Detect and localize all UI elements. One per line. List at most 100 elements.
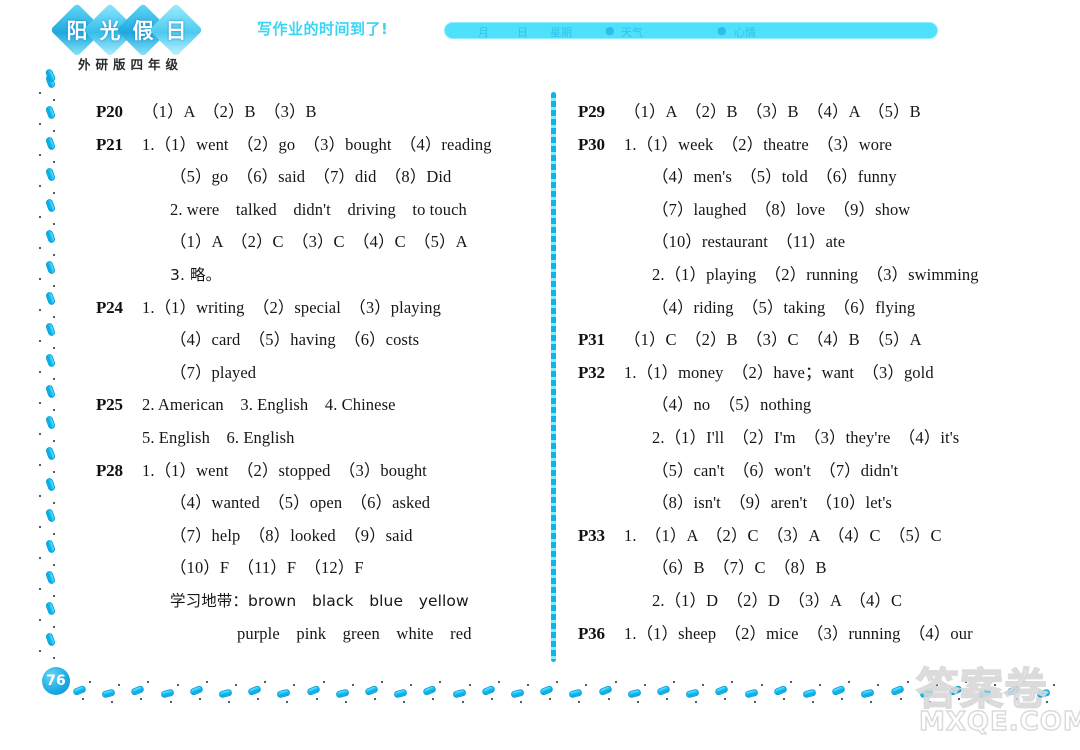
answer-line-text: （7）played <box>170 362 257 382</box>
border-capsule-icon <box>130 684 146 697</box>
border-capsule-icon <box>335 688 350 699</box>
border-capsule-icon <box>218 688 233 699</box>
answer-row: （4）card （5）having （6）costs <box>96 324 526 357</box>
border-dot-icon <box>724 698 727 700</box>
border-dot-icon <box>812 701 814 703</box>
border-capsule-icon <box>510 688 525 699</box>
border-capsule-icon <box>685 688 700 699</box>
answer-row: （6）B （7）C （8）B <box>578 552 1018 585</box>
answer-line-text: 1.（1）sheep （2）mice （3）running （4）our <box>624 623 973 643</box>
border-dot-icon <box>351 684 354 686</box>
answer-row: 2.（1）I'll （2）I'm （3）they're （4）it's <box>578 422 1018 455</box>
border-dot-icon <box>578 701 581 703</box>
border-dot-icon <box>556 681 559 683</box>
border-capsule-icon <box>743 688 759 699</box>
border-dot-icon <box>760 684 763 686</box>
answer-page-label: P20 <box>96 102 123 121</box>
answer-row: P32 1.（1）money （2）have；want （3）gold <box>578 357 1018 390</box>
border-dot-icon <box>782 698 785 700</box>
answer-line-text: （4）card （5）having （6）costs <box>170 330 420 350</box>
answer-line-text: （1）A （2）B （3）B <box>142 102 317 121</box>
border-dot-icon <box>286 701 289 703</box>
border-dot-icon <box>53 130 55 132</box>
border-dot-icon <box>753 701 756 703</box>
border-capsule-icon <box>44 539 57 554</box>
border-dot-icon <box>39 278 41 280</box>
date-weather-label: 天气 <box>621 26 643 39</box>
answer-row: P33 1. （1）A （2）C （3）A （4）C （5）C <box>578 520 1018 553</box>
answer-line-text: 1.（1）went （2）stopped （3）bought <box>142 460 427 480</box>
answer-line-text: （7）help （8）looked （9）said <box>170 525 413 545</box>
border-capsule-icon <box>44 353 57 368</box>
answer-page-label: P31 <box>578 330 605 350</box>
border-dot-icon <box>1052 684 1055 686</box>
logo-char-4: 日 <box>165 19 187 43</box>
border-capsule-icon <box>539 684 555 697</box>
border-capsule-icon <box>44 477 57 492</box>
answer-row: 学习地带：brown black blue yellow <box>96 585 526 618</box>
date-entry-bar[interactable]: 月 日 星期 ● 天气 ● 心情 <box>444 22 938 39</box>
answer-row: （10）restaurant （11）ate <box>578 226 1018 259</box>
answer-line-text: （4）men's （5）told （6）funny <box>652 167 897 187</box>
answer-row: P30 1.（1）week （2）theatre （3）wore <box>578 129 1018 162</box>
border-dot-icon <box>1023 681 1026 683</box>
page-number-badge: 76 <box>42 667 70 695</box>
border-dot-icon <box>257 698 260 700</box>
answer-line-text: （4）riding （5）taking （6）flying <box>652 297 916 317</box>
border-dot-icon <box>53 285 55 287</box>
answer-page-label: P29 <box>578 102 605 121</box>
border-dot-icon <box>848 681 851 683</box>
border-capsule-icon <box>948 684 963 697</box>
answer-key-page: 阳 光 假 日 外研版四年级 写作业的时间到了! 月 日 星期 ● 天气 ● 心… <box>0 0 1080 750</box>
border-capsule-icon <box>44 601 57 616</box>
border-dot-icon <box>877 684 880 686</box>
border-capsule-icon <box>44 167 57 182</box>
answer-row: （5）go （6）said （7）did （8）Did <box>96 161 526 194</box>
answer-row: P24 1.（1）writing （2）special （3）playing <box>96 292 526 325</box>
answer-line-text: 1. （1）A （2）C （3）A （4）C （5）C <box>624 525 942 545</box>
answer-line-text: 5. English 6. English <box>142 427 295 447</box>
border-capsule-icon <box>393 688 408 699</box>
border-dot-icon <box>322 681 325 683</box>
border-dot-icon <box>53 471 55 473</box>
border-dot-icon <box>53 440 55 442</box>
answer-row: P36 1.（1）sheep （2）mice （3）running （4）our <box>578 618 1018 651</box>
border-dot-icon <box>118 684 121 686</box>
answer-row: P20 （1）A （2）B （3）B <box>96 96 526 129</box>
brand-logo: 阳 光 假 日 外研版四年级 <box>50 3 204 72</box>
border-dot-icon <box>39 402 41 404</box>
border-dot-icon <box>147 681 150 683</box>
border-capsule-icon <box>305 684 321 697</box>
answer-row: （4）no （5）nothing <box>578 389 1018 422</box>
answer-row: （10）F （11）F （12）F <box>96 552 526 585</box>
border-dot-icon <box>39 216 41 218</box>
border-dot-icon <box>935 684 938 686</box>
border-capsule-icon <box>772 684 788 697</box>
answer-row: （7）help （8）looked （9）said <box>96 520 526 553</box>
border-dot-icon <box>53 409 55 411</box>
answer-line-text: 学习地带：brown black blue yellow <box>170 591 469 610</box>
border-capsule-icon <box>44 508 57 523</box>
answer-line-text: （4）no （5）nothing <box>652 395 812 415</box>
border-dot-icon <box>39 92 41 94</box>
border-dot-icon <box>374 698 376 700</box>
border-capsule-icon <box>44 291 57 306</box>
border-dot-icon <box>965 681 967 683</box>
border-dot-icon <box>636 701 639 703</box>
answer-page-label: P36 <box>578 623 605 643</box>
answer-line-text: 1.（1）went （2）go （3）bought （4）reading <box>142 134 492 154</box>
border-dot-icon <box>344 701 347 703</box>
border-dot-icon <box>666 698 668 700</box>
answer-row: P29 （1）A （2）B （3）B （4）A （5）B <box>578 96 1018 129</box>
border-dot-icon <box>461 701 464 703</box>
border-capsule-icon <box>276 688 292 699</box>
border-dot-icon <box>53 254 55 256</box>
answer-line-text: （5）can't （6）won't （7）didn't <box>652 460 899 480</box>
border-capsule-icon <box>919 688 934 699</box>
border-dot-icon <box>53 378 55 380</box>
border-dot-icon <box>643 684 646 686</box>
date-day-label: 日 <box>517 26 528 39</box>
answer-line-text: 1.（1）writing （2）special （3）playing <box>142 297 441 317</box>
border-dot-icon <box>39 340 41 342</box>
border-dot-icon <box>520 701 522 703</box>
